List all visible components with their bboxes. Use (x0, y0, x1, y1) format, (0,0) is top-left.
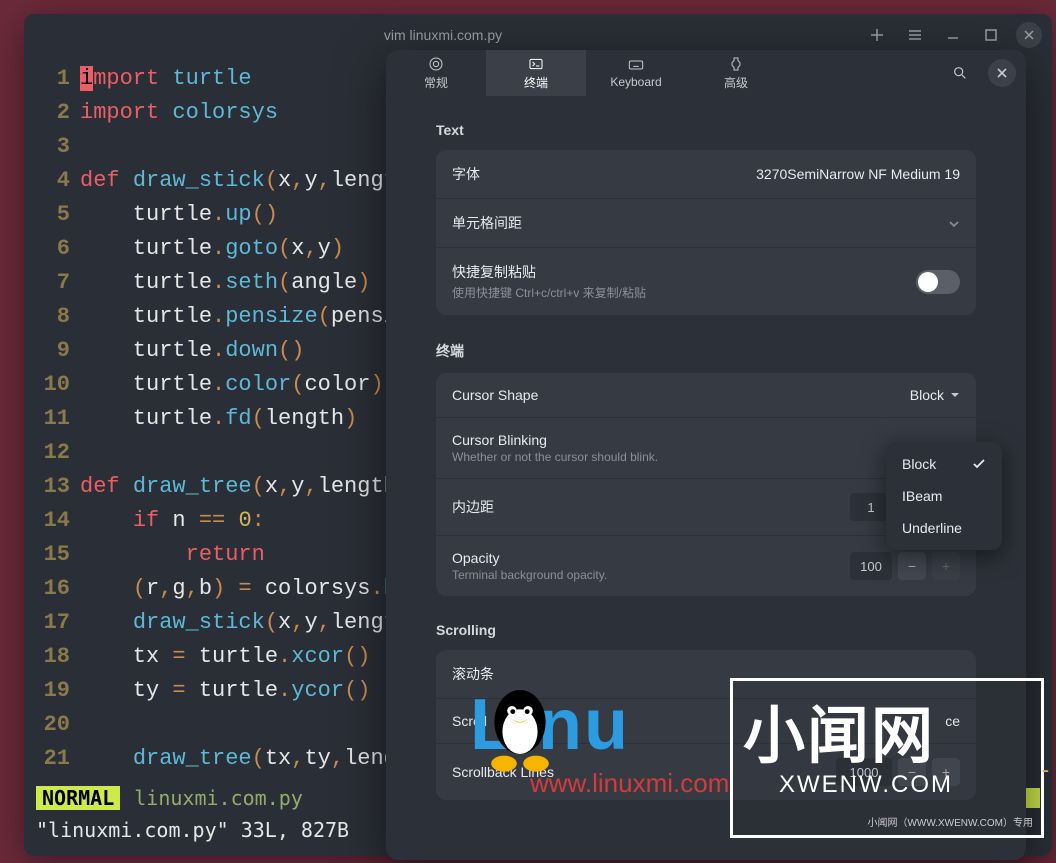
line-number: 2 (24, 96, 80, 130)
code-content: turtle.color(color) (80, 368, 384, 402)
code-content: turtle.pensize(pensiz (80, 300, 410, 334)
close-window-button[interactable] (1016, 22, 1042, 48)
tab-general[interactable]: 常规 (386, 50, 486, 96)
code-content: import turtle (80, 62, 252, 96)
settings-tabs: 常规 终端 Keyboard 高级 (386, 50, 1026, 96)
line-number: 11 (24, 402, 80, 436)
watermark-title: 小闻网 (743, 685, 935, 775)
line-number: 8 (24, 300, 80, 334)
tab-keyboard[interactable]: Keyboard (586, 50, 686, 96)
minimize-button[interactable] (940, 22, 966, 48)
watermark-box: 小闻网 XWENW.COM 小闻网（WWW.XWENW.COM）专用 (730, 678, 1044, 838)
line-number: 13 (24, 470, 80, 504)
section-scrolling-title: Scrolling (436, 622, 976, 638)
opacity-decrement[interactable]: − (898, 552, 926, 580)
code-content: if n == 0: (80, 504, 265, 538)
cursor-shape-menu: Block IBeam Underline (886, 442, 1002, 550)
chevron-down-icon (948, 217, 960, 229)
line-number: 12 (24, 436, 80, 470)
line-number: 3 (24, 130, 80, 164)
vim-file-stats: "linuxmi.com.py" 33L, 827B (36, 818, 349, 842)
line-number: 6 (24, 232, 80, 266)
line-number: 18 (24, 640, 80, 674)
line-number: 20 (24, 708, 80, 742)
watermark-url: XWENW.COM (779, 771, 953, 799)
line-number: 17 (24, 606, 80, 640)
tab-terminal[interactable]: 终端 (486, 50, 586, 96)
vim-filename: linuxmi.com.py (134, 786, 303, 810)
line-number: 9 (24, 334, 80, 368)
caret-down-icon (950, 390, 960, 400)
font-value: 3270SemiNarrow NF Medium 19 (756, 166, 960, 182)
code-content: draw_tree(tx,ty,length (80, 742, 423, 776)
section-text-title: Text (436, 122, 976, 138)
code-content: tx = turtle.xcor() (80, 640, 370, 674)
maximize-button[interactable] (978, 22, 1004, 48)
tab-advanced-label: 高级 (724, 74, 748, 91)
copy-paste-toggle[interactable] (916, 270, 960, 294)
window-title: vim linuxmi.com.py (34, 27, 852, 43)
opacity-increment[interactable]: + (932, 552, 960, 580)
code-content: import colorsys (80, 96, 278, 130)
tux-icon (480, 680, 560, 780)
code-content: turtle.seth(angle) (80, 266, 370, 300)
line-number: 16 (24, 572, 80, 606)
new-tab-button[interactable] (864, 22, 890, 48)
code-content: def draw_stick(x,y,length (80, 164, 410, 198)
line-number: 21 (24, 742, 80, 776)
line-number: 15 (24, 538, 80, 572)
menu-item-ibeam[interactable]: IBeam (892, 480, 996, 512)
opacity-value[interactable]: 100 (850, 552, 892, 580)
line-number: 19 (24, 674, 80, 708)
tab-general-label: 常规 (424, 74, 448, 91)
code-content: draw_stick(x,y,length (80, 606, 410, 640)
tab-terminal-label: 终端 (524, 74, 548, 91)
code-content: turtle.fd(length) (80, 402, 357, 436)
menu-item-block[interactable]: Block (892, 448, 996, 480)
copy-paste-row[interactable]: 快捷复制粘贴 使用快捷键 Ctrl+c/ctrl+v 来复制/粘贴 (436, 248, 976, 315)
line-number: 4 (24, 164, 80, 198)
line-number: 1 (24, 62, 80, 96)
line-number: 5 (24, 198, 80, 232)
code-content: return (80, 538, 265, 572)
code-content: turtle.up() (80, 198, 278, 232)
section-terminal-title: 终端 (436, 341, 976, 361)
menu-button[interactable] (902, 22, 928, 48)
cursor-shape-row[interactable]: Cursor Shape Block (436, 373, 976, 418)
vim-mode-badge: NORMAL (36, 786, 120, 810)
code-content: def draw_tree(x,y,length, (80, 470, 410, 504)
code-content: ty = turtle.ycor() (80, 674, 370, 708)
close-settings-button[interactable] (988, 59, 1016, 87)
vim-position-marker: - (1039, 758, 1052, 783)
code-content: (r,g,b) = colorsys.hs (80, 572, 410, 606)
tab-advanced[interactable]: 高级 (686, 50, 786, 96)
font-row[interactable]: 字体 3270SemiNarrow NF Medium 19 (436, 150, 976, 199)
code-content: turtle.goto(x,y) (80, 232, 344, 266)
cell-spacing-row[interactable]: 单元格间距 (436, 199, 976, 248)
line-number: 14 (24, 504, 80, 538)
watermark-note: 小闻网（WWW.XWENW.COM）专用 (867, 814, 1033, 829)
menu-item-underline[interactable]: Underline (892, 512, 996, 544)
code-content: turtle.down() (80, 334, 304, 368)
search-button[interactable] (942, 50, 978, 96)
line-number: 10 (24, 368, 80, 402)
cursor-shape-value: Block (910, 387, 944, 403)
tab-keyboard-label: Keyboard (610, 75, 661, 89)
check-icon (972, 457, 986, 471)
line-number: 7 (24, 266, 80, 300)
